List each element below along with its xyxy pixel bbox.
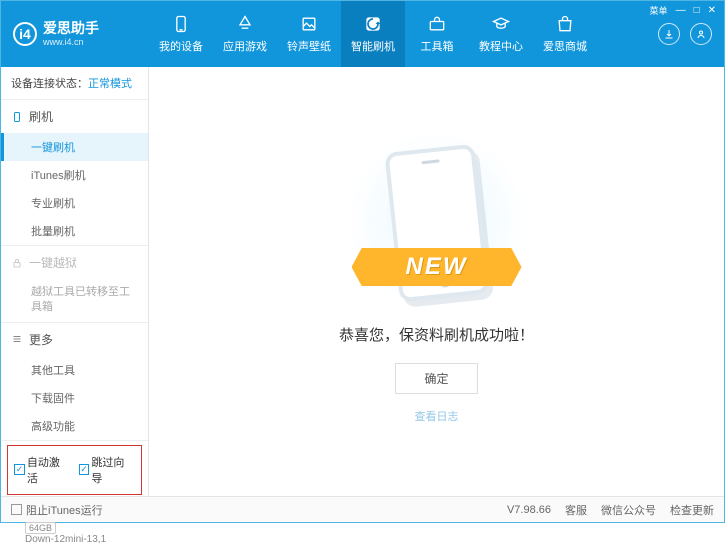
graduation-icon xyxy=(491,14,511,34)
apps-icon xyxy=(235,14,255,34)
footer: 阻止iTunes运行 V7.98.66 客服 微信公众号 检查更新 xyxy=(1,496,724,522)
phone-icon xyxy=(171,14,191,34)
view-log-link[interactable]: 查看日志 xyxy=(415,408,459,424)
sidebar-head-jailbreak: 一键越狱 xyxy=(1,246,148,279)
tab-store[interactable]: 爱思商城 xyxy=(533,1,597,67)
success-illustration: NEW xyxy=(347,140,527,310)
download-button[interactable] xyxy=(658,23,680,45)
tab-tutorials[interactable]: 教程中心 xyxy=(469,1,533,67)
tab-smart-flash[interactable]: 智能刷机 xyxy=(341,1,405,67)
service-link[interactable]: 客服 xyxy=(565,502,587,518)
close-button[interactable]: ✕ xyxy=(706,5,718,16)
app-subtitle: www.i4.cn xyxy=(43,37,99,48)
tab-ringtones[interactable]: 铃声壁纸 xyxy=(277,1,341,67)
main-content: NEW 恭喜您，保资料刷机成功啦！ 确定 查看日志 xyxy=(149,67,724,497)
checkbox-auto-activate[interactable]: ✓自动激活 xyxy=(14,454,71,486)
bag-icon xyxy=(555,14,575,34)
sidebar-checkboxes: ✓自动激活 ✓跳过向导 xyxy=(7,445,142,495)
sidebar-item-oneclick-flash[interactable]: 一键刷机 xyxy=(1,133,148,161)
version-label: V7.98.66 xyxy=(507,504,551,516)
app-title: 爱思助手 xyxy=(43,20,99,37)
sidebar-head-flash[interactable]: 刷机 xyxy=(1,100,148,133)
list-icon xyxy=(11,333,23,345)
toolbox-icon xyxy=(427,14,447,34)
app-header: i4 爱思助手 www.i4.cn 我的设备 应用游戏 铃声壁纸 智能刷机 工具… xyxy=(1,1,724,67)
sidebar: 设备连接状态：正常模式 刷机 一键刷机 iTunes刷机 专业刷机 批量刷机 一… xyxy=(1,67,149,497)
menu-button[interactable]: 菜单 xyxy=(648,4,670,17)
connection-status: 设备连接状态：正常模式 xyxy=(1,67,148,100)
header-tabs: 我的设备 应用游戏 铃声壁纸 智能刷机 工具箱 教程中心 爱思商城 xyxy=(149,1,658,67)
checkbox-block-itunes[interactable]: 阻止iTunes运行 xyxy=(11,502,103,518)
user-button[interactable] xyxy=(690,23,712,45)
sidebar-head-more[interactable]: 更多 xyxy=(1,323,148,356)
user-icon xyxy=(695,28,707,40)
logo-area: i4 爱思助手 www.i4.cn xyxy=(1,1,149,67)
tab-apps-games[interactable]: 应用游戏 xyxy=(213,1,277,67)
sidebar-item-download-firmware[interactable]: 下载固件 xyxy=(1,384,148,412)
phone-small-icon xyxy=(11,111,23,123)
success-message: 恭喜您，保资料刷机成功啦！ xyxy=(339,324,534,345)
sidebar-item-other-tools[interactable]: 其他工具 xyxy=(1,356,148,384)
tab-toolbox[interactable]: 工具箱 xyxy=(405,1,469,67)
jailbreak-note: 越狱工具已转移至工具箱 xyxy=(1,279,148,322)
update-link[interactable]: 检查更新 xyxy=(670,502,714,518)
sidebar-item-itunes-flash[interactable]: iTunes刷机 xyxy=(1,161,148,189)
download-icon xyxy=(663,28,675,40)
wechat-link[interactable]: 微信公众号 xyxy=(601,502,656,518)
new-ribbon: NEW xyxy=(352,248,522,286)
ok-button[interactable]: 确定 xyxy=(395,363,477,394)
device-details: 64GB Down-12mini-13,1 xyxy=(1,523,148,551)
sidebar-item-batch-flash[interactable]: 批量刷机 xyxy=(1,217,148,245)
lock-icon xyxy=(11,257,23,269)
tab-my-device[interactable]: 我的设备 xyxy=(149,1,213,67)
minimize-button[interactable]: — xyxy=(674,5,688,16)
checkbox-skip-guide[interactable]: ✓跳过向导 xyxy=(79,454,136,486)
refresh-icon xyxy=(363,14,383,34)
window-controls: 菜单 — □ ✕ xyxy=(648,4,718,17)
maximize-button[interactable]: □ xyxy=(692,5,702,16)
logo-icon: i4 xyxy=(13,22,37,46)
wallpaper-icon xyxy=(299,14,319,34)
sidebar-item-pro-flash[interactable]: 专业刷机 xyxy=(1,189,148,217)
sidebar-item-advanced[interactable]: 高级功能 xyxy=(1,412,148,440)
